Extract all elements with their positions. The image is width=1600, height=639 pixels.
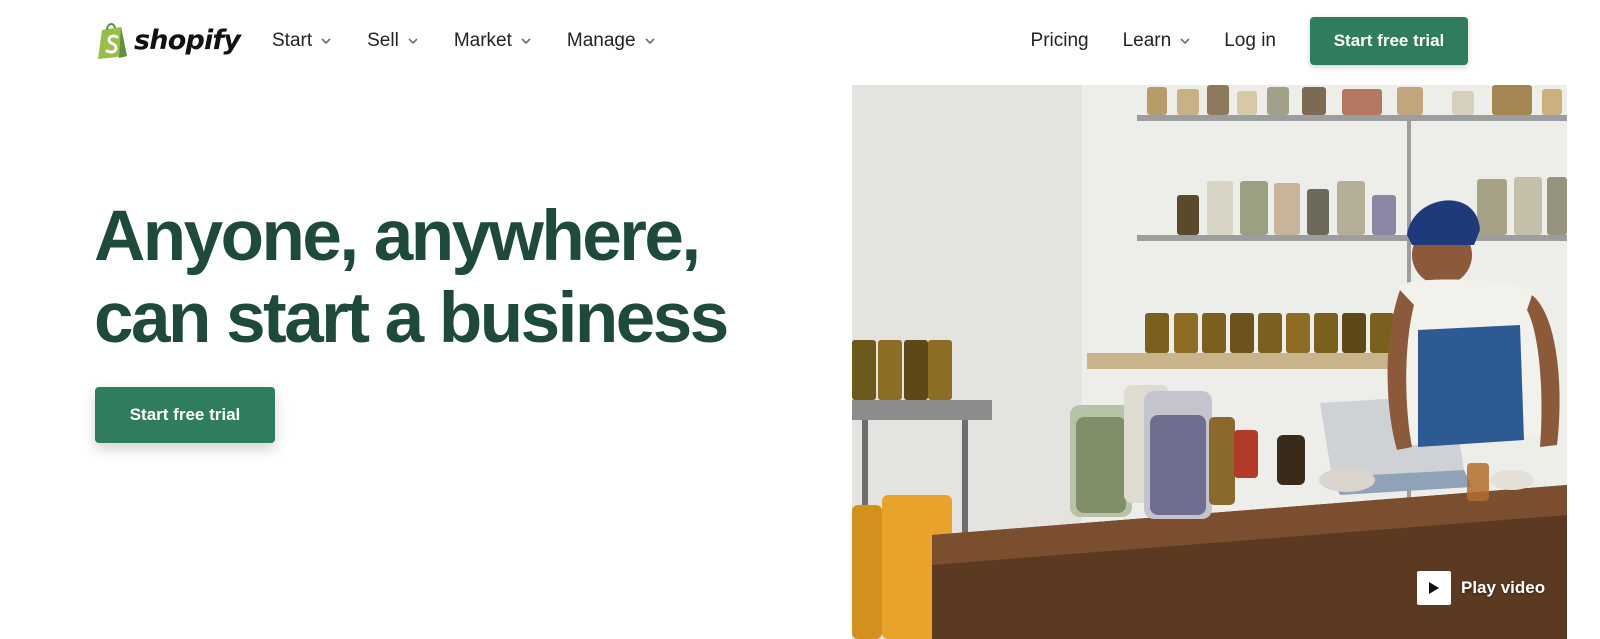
nav-item-start[interactable]: Start xyxy=(272,27,331,55)
hero-image: Play video xyxy=(852,85,1567,639)
nav-item-market[interactable]: Market xyxy=(454,27,531,55)
primary-nav: Start Sell Market Manage xyxy=(272,27,691,55)
hero-headline-line-2: can start a business xyxy=(94,279,729,358)
hero-start-free-trial-button[interactable]: Start free trial xyxy=(95,387,275,443)
chevron-down-icon xyxy=(321,38,331,44)
nav-item-sell[interactable]: Sell xyxy=(367,27,418,55)
play-icon xyxy=(1417,571,1451,605)
nav-item-label: Market xyxy=(453,30,512,51)
hero-headline: Anyone, anywhere, can start a business xyxy=(94,196,794,360)
nav-item-label: Learn xyxy=(1122,30,1172,51)
chevron-down-icon xyxy=(521,38,531,44)
nav-item-label: Start xyxy=(272,30,313,51)
nav-item-pricing[interactable]: Pricing xyxy=(1031,27,1089,55)
shopify-wordmark: shopify xyxy=(134,24,241,56)
hero-headline-line-1: Anyone, anywhere, xyxy=(94,197,701,276)
nav-item-label: Pricing xyxy=(1030,30,1089,51)
nav-item-label: Log in xyxy=(1224,30,1276,51)
nav-item-login[interactable]: Log in xyxy=(1224,27,1276,55)
nav-item-label: Manage xyxy=(566,30,636,51)
site-header: shopify Start Sell Market Manage Pricing… xyxy=(0,0,1600,84)
nav-item-manage[interactable]: Manage xyxy=(567,27,655,55)
nav-item-label: Sell xyxy=(367,30,399,51)
chevron-down-icon xyxy=(408,38,418,44)
hero-photo-scene xyxy=(852,85,1567,639)
nav-item-learn[interactable]: Learn xyxy=(1123,27,1191,55)
chevron-down-icon xyxy=(644,38,655,44)
shopify-logo[interactable]: shopify xyxy=(96,20,241,60)
chevron-down-icon xyxy=(1180,38,1190,44)
play-video-button[interactable]: Play video xyxy=(1417,571,1545,605)
secondary-nav: Pricing Learn Log in Start free trial xyxy=(1031,17,1468,65)
play-video-label: Play video xyxy=(1461,578,1546,597)
header-start-free-trial-button[interactable]: Start free trial xyxy=(1310,17,1468,65)
shopify-bag-icon xyxy=(98,23,127,59)
